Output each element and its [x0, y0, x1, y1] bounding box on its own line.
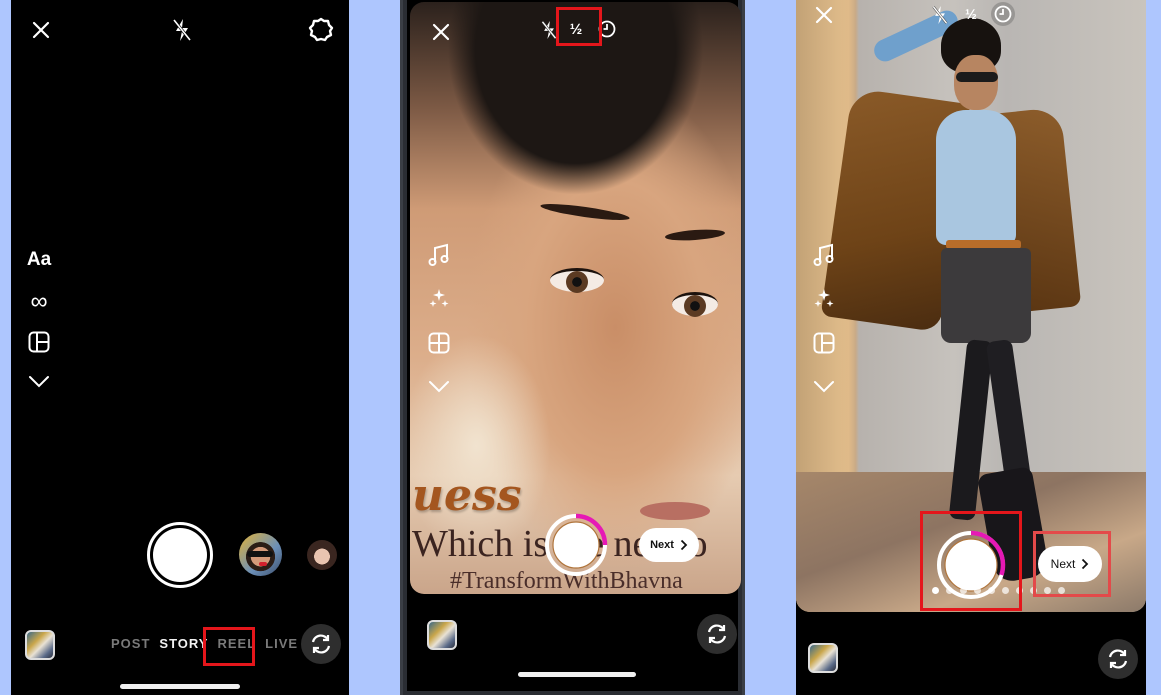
record-core: [552, 521, 600, 569]
phone-screen-reel-next: ½ Next: [796, 0, 1146, 695]
subject-eye: [672, 292, 718, 317]
mode-post[interactable]: POST: [111, 636, 150, 651]
layout-icon[interactable]: [810, 331, 838, 355]
flash-off-icon[interactable]: [169, 16, 195, 44]
flip-camera-button[interactable]: [697, 614, 737, 654]
highlight-box-speed: [556, 7, 602, 46]
gallery-thumbnail[interactable]: [808, 643, 838, 673]
close-icon[interactable]: [812, 3, 836, 27]
phone-screen-story-camera: Aa ∞ POST STORY REEL LIVE: [11, 0, 349, 695]
next-label: Next: [650, 539, 674, 551]
subject-skirt: [941, 248, 1031, 343]
side-tools: [810, 243, 838, 419]
effect-thumbnail[interactable]: [239, 533, 282, 576]
record-button[interactable]: [544, 513, 608, 577]
gallery-thumbnail[interactable]: [427, 620, 457, 650]
capture-button[interactable]: [147, 522, 213, 588]
highlight-box-record: [920, 511, 1022, 611]
home-indicator: [120, 684, 240, 689]
subject-lips: [640, 502, 710, 520]
speed-button[interactable]: ½: [959, 2, 983, 26]
effect-thumbnail[interactable]: [307, 540, 337, 570]
next-button[interactable]: Next: [639, 528, 699, 562]
timer-icon[interactable]: [991, 2, 1015, 26]
flip-camera-icon: [707, 624, 727, 644]
sunglasses-graphic: [247, 551, 273, 557]
side-tools: [425, 243, 453, 419]
camera-viewfinder: uess Which is the next o #TransformWithB…: [410, 2, 741, 594]
home-indicator: [518, 672, 636, 677]
lips-graphic: [259, 562, 267, 566]
chevron-down-icon[interactable]: [425, 375, 453, 399]
flip-camera-icon: [311, 634, 331, 654]
boomerang-icon[interactable]: ∞: [25, 288, 53, 315]
text-tool-icon[interactable]: Aa: [25, 248, 53, 272]
layout-icon[interactable]: [25, 330, 53, 354]
flip-camera-button[interactable]: [1098, 639, 1138, 679]
close-icon[interactable]: [29, 18, 53, 42]
comparison-stage: Aa ∞ POST STORY REEL LIVE uess Which is …: [0, 0, 1161, 695]
flip-camera-button[interactable]: [301, 624, 341, 664]
flash-off-icon[interactable]: [929, 3, 951, 27]
settings-gear-icon[interactable]: [307, 16, 335, 44]
subject-face: [954, 55, 998, 110]
music-icon[interactable]: [425, 243, 453, 267]
chevron-down-icon[interactable]: [810, 375, 838, 399]
mode-story[interactable]: STORY: [159, 636, 208, 651]
overlay-script-text: uess: [412, 470, 522, 521]
side-tools: Aa ∞: [25, 248, 53, 414]
chevron-right-icon: [680, 539, 688, 551]
flip-camera-icon: [1108, 649, 1128, 669]
phone-screen-reel-speed: uess Which is the next o #TransformWithB…: [400, 0, 745, 695]
mode-live[interactable]: LIVE: [265, 636, 298, 651]
effects-sparkle-icon[interactable]: [425, 287, 453, 311]
subject-brow: [539, 200, 631, 224]
highlight-box-reel: [203, 627, 255, 666]
layout-icon[interactable]: [425, 331, 453, 355]
highlight-box-next: [1033, 531, 1111, 597]
chevron-down-icon[interactable]: [25, 370, 53, 394]
subject-top: [936, 110, 1016, 245]
gallery-thumbnail[interactable]: [25, 630, 55, 660]
subject-eye: [550, 268, 604, 293]
close-icon[interactable]: [429, 20, 453, 44]
subject-sunglasses: [956, 72, 998, 82]
music-icon[interactable]: [810, 243, 838, 267]
subject-brow: [664, 227, 726, 243]
effects-sparkle-icon[interactable]: [810, 287, 838, 311]
